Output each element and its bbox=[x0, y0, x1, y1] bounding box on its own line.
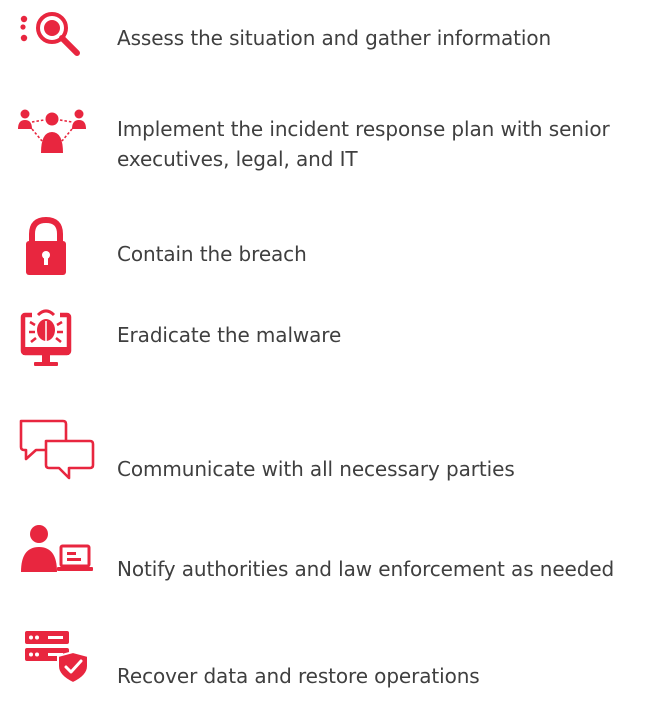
step-label: Recover data and restore operations bbox=[117, 664, 480, 688]
step-contain-breach: Contain the breach bbox=[0, 200, 651, 300]
magnifier-search-icon bbox=[10, 0, 100, 85]
person-at-computer-icon bbox=[10, 506, 100, 596]
step-label: Communicate with all necessary parties bbox=[117, 457, 515, 481]
team-people-icon bbox=[10, 85, 100, 175]
step-communicate: Communicate with all necessary parties bbox=[0, 410, 651, 510]
step-recover-data: Recover data and restore operations bbox=[0, 610, 651, 712]
step-label: Implement the incident response plan wit… bbox=[117, 117, 610, 171]
padlock-icon bbox=[10, 202, 100, 292]
step-label: Notify authorities and law enforcement a… bbox=[117, 557, 615, 581]
step-label: Contain the breach bbox=[117, 242, 307, 266]
computer-bug-malware-icon bbox=[10, 303, 100, 393]
step-label: Assess the situation and gather informat… bbox=[117, 26, 552, 50]
step-label: Eradicate the malware bbox=[117, 323, 342, 347]
step-eradicate-malware: Eradicate the malware bbox=[0, 300, 651, 400]
step-implement-plan: Implement the incident response plan wit… bbox=[0, 90, 651, 190]
chat-bubbles-icon bbox=[10, 407, 100, 497]
step-assess: Assess the situation and gather informat… bbox=[0, 0, 651, 80]
step-notify-authorities: Notify authorities and law enforcement a… bbox=[0, 510, 651, 610]
server-shield-icon bbox=[10, 610, 100, 700]
